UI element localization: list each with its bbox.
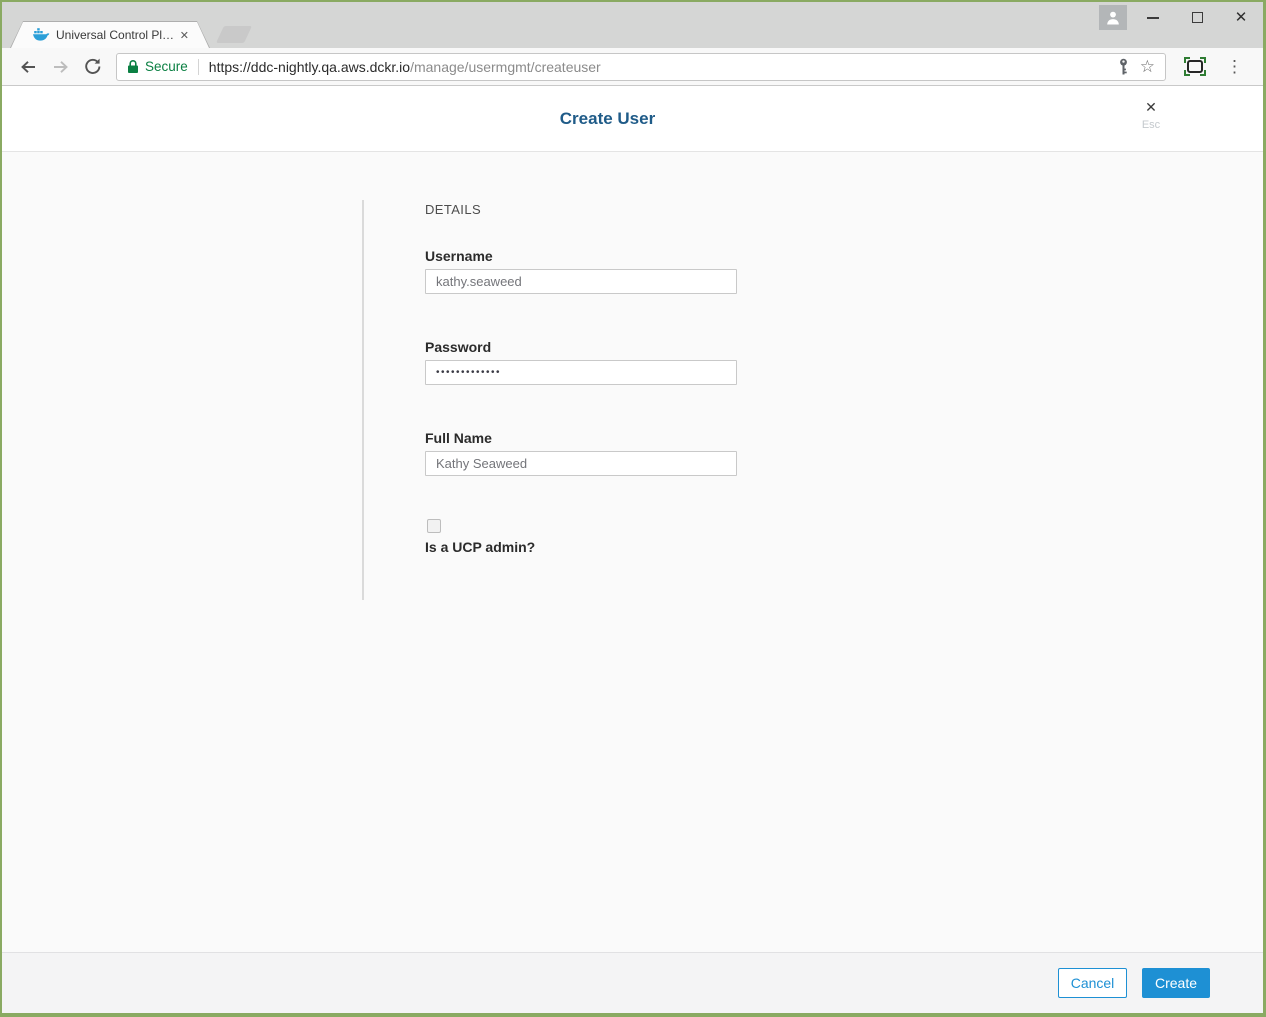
secure-label[interactable]: Secure (145, 59, 188, 74)
url-path: /manage/usermgmt/createuser (410, 59, 601, 75)
forward-button[interactable] (50, 57, 70, 77)
fullname-label: Full Name (425, 430, 492, 446)
saved-password-key-icon[interactable] (1117, 58, 1130, 76)
browser-tab[interactable]: Universal Control Plane ✕ (10, 21, 210, 48)
section-divider-line (362, 200, 364, 600)
url-text[interactable]: https://ddc-nightly.qa.aws.dckr.io/manag… (209, 59, 601, 75)
modal-footer: Cancel Create (2, 952, 1263, 1013)
fullname-input[interactable] (425, 451, 737, 476)
bookmark-star-icon[interactable]: ☆ (1140, 58, 1155, 75)
reload-button[interactable] (82, 57, 102, 77)
browser-window: Universal Control Plane ✕ ✕ (0, 0, 1266, 1017)
window-controls: ✕ (1131, 2, 1263, 33)
close-icon: ✕ (1145, 99, 1157, 116)
password-input[interactable] (425, 360, 737, 385)
titlebar: Universal Control Plane ✕ ✕ (2, 2, 1263, 48)
screen-capture-extension-icon[interactable] (1184, 57, 1206, 76)
minimize-button[interactable] (1131, 2, 1175, 33)
modal-close-button[interactable]: ✕ Esc (1131, 99, 1171, 131)
omnibox-divider (198, 59, 199, 75)
details-section-heading: DETAILS (425, 202, 481, 217)
new-tab-button[interactable] (216, 26, 252, 43)
minimize-icon (1147, 17, 1159, 19)
form-body: DETAILS Username Password Full Name Is a… (2, 152, 1263, 952)
back-button[interactable] (18, 57, 38, 77)
create-button[interactable]: Create (1142, 968, 1210, 998)
person-icon (1105, 10, 1121, 25)
create-user-page: Create User ✕ Esc DETAILS Username Passw… (2, 86, 1263, 1013)
tab-title: Universal Control Plane (56, 28, 176, 42)
esc-hint-label: Esc (1142, 119, 1160, 131)
ucp-admin-checkbox[interactable] (427, 519, 441, 533)
url-host: https://ddc-nightly.qa.aws.dckr.io (209, 59, 410, 75)
capture-frame-icon (1187, 60, 1203, 73)
username-input[interactable] (425, 269, 737, 294)
url-bar[interactable]: Secure https://ddc-nightly.qa.aws.dckr.i… (116, 53, 1166, 81)
ucp-admin-label: Is a UCP admin? (425, 539, 535, 555)
lock-icon (127, 59, 139, 74)
page-title: Create User (560, 109, 655, 129)
maximize-icon (1192, 12, 1203, 23)
window-close-icon: ✕ (1235, 10, 1248, 25)
password-label: Password (425, 339, 491, 355)
profile-avatar-button[interactable] (1099, 5, 1127, 30)
username-label: Username (425, 248, 493, 264)
window-close-button[interactable]: ✕ (1219, 2, 1263, 33)
docker-whale-favicon-icon (33, 28, 50, 42)
chrome-menu-icon[interactable]: ⋮ (1226, 58, 1243, 75)
tab-close-icon[interactable]: ✕ (180, 29, 189, 42)
cancel-button[interactable]: Cancel (1058, 968, 1127, 998)
browser-tab-inner[interactable]: Universal Control Plane ✕ (11, 22, 209, 48)
maximize-button[interactable] (1175, 2, 1219, 33)
modal-header: Create User ✕ Esc (2, 86, 1263, 152)
navigation-toolbar: Secure https://ddc-nightly.qa.aws.dckr.i… (2, 48, 1263, 86)
